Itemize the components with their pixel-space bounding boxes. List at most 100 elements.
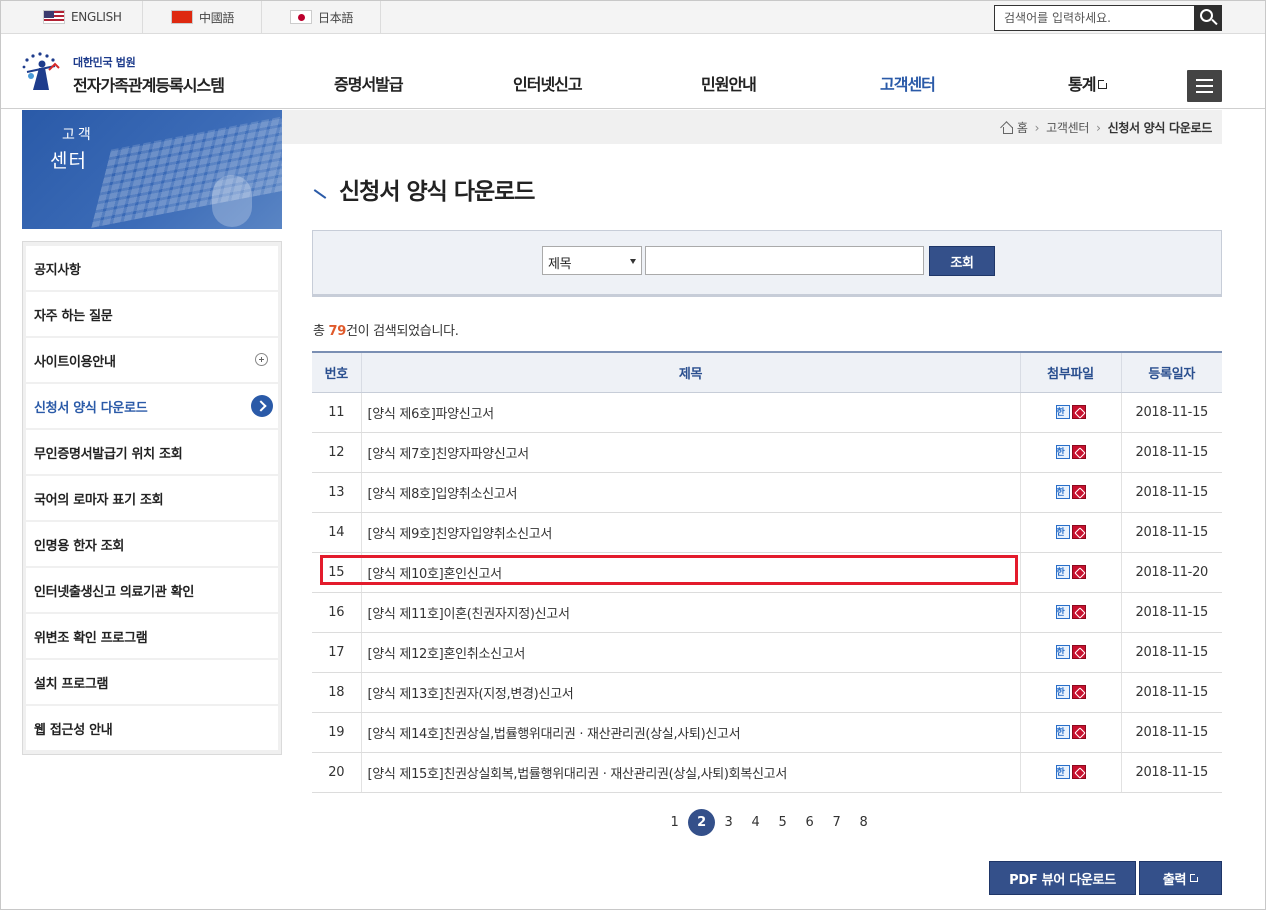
pdf-file-icon[interactable] [1071, 645, 1086, 659]
hwp-file-icon[interactable] [1055, 445, 1070, 459]
logo-subtitle: 대한민국 법원 [73, 56, 136, 69]
hamburger-menu-button[interactable] [1187, 70, 1222, 102]
row-title-link[interactable]: [양식 제6호]파양신고서 [360, 392, 1020, 433]
hwp-file-icon[interactable] [1055, 685, 1070, 699]
search-button[interactable]: 조회 [929, 246, 995, 276]
hwp-file-icon[interactable] [1055, 485, 1070, 499]
nav-statistics[interactable]: 통계 [1068, 71, 1110, 95]
chevron-right-icon [251, 395, 273, 417]
pdf-viewer-download-button[interactable]: PDF 뷰어 다운로드 [989, 861, 1136, 895]
nav-certificate[interactable]: 증명서발급 [334, 71, 404, 95]
search-keyword-input[interactable] [645, 246, 924, 275]
row-no: 19 [312, 712, 361, 753]
row-date: 2018-11-15 [1120, 392, 1222, 433]
hwp-file-icon[interactable] [1055, 525, 1070, 539]
row-title-link[interactable]: [양식 제15호]친권상실회복,법률행위대리권 · 재산관리권(상실,사퇴)회복… [360, 752, 1020, 793]
page-3[interactable]: 3 [715, 815, 742, 830]
row-date: 2018-11-15 [1120, 432, 1222, 473]
row-attachments [1019, 472, 1121, 513]
row-title-link[interactable]: [양식 제13호]친권자(지정,변경)신고서 [360, 672, 1020, 713]
sidebar-item-faq[interactable]: 자주 하는 질문 [26, 292, 278, 336]
row-attachments [1019, 512, 1121, 553]
pdf-file-icon[interactable] [1071, 685, 1086, 699]
page-5[interactable]: 5 [769, 815, 796, 830]
hwp-file-icon[interactable] [1055, 725, 1070, 739]
breadcrumb-level1[interactable]: 고객센터 [1046, 119, 1089, 136]
page-4[interactable]: 4 [742, 815, 769, 830]
sidebar-item-forgery-check[interactable]: 위변조 확인 프로그램 [26, 614, 278, 658]
hwp-file-icon[interactable] [1055, 565, 1070, 579]
search-field-value: 제목 [548, 257, 572, 272]
sidebar-item-install[interactable]: 설치 프로그램 [26, 660, 278, 704]
row-title-link[interactable]: [양식 제9호]친양자입양취소신고서 [360, 512, 1020, 553]
pdf-file-icon[interactable] [1071, 725, 1086, 739]
col-header-title: 제목 [360, 352, 1020, 393]
nav-internet-report[interactable]: 인터넷신고 [513, 71, 583, 95]
sidebar-item-name-hanja[interactable]: 인명용 한자 조회 [26, 522, 278, 566]
row-attachments [1019, 752, 1121, 793]
table-row: 15[양식 제10호]혼인신고서 2018-11-20 [312, 552, 1222, 593]
nav-customer-center[interactable]: 고객센터 [880, 71, 936, 95]
expand-plus-icon[interactable] [255, 353, 268, 366]
pdf-file-icon[interactable] [1071, 765, 1086, 779]
table-row: 12[양식 제7호]친양자파양신고서 2018-11-15 [312, 432, 1222, 473]
row-title-link[interactable]: [양식 제8호]입양취소신고서 [360, 472, 1020, 513]
hwp-file-icon[interactable] [1055, 765, 1070, 779]
logo-title: 전자가족관계등록시스템 [73, 76, 225, 95]
table-row: 18[양식 제13호]친권자(지정,변경)신고서 2018-11-15 [312, 672, 1222, 713]
print-button[interactable]: 출력 [1139, 861, 1222, 895]
lang-english[interactable]: ENGLISH [1, 1, 143, 33]
pdf-file-icon[interactable] [1071, 405, 1086, 419]
sidebar-item-birth-hospital[interactable]: 인터넷출생신고 의료기관 확인 [26, 568, 278, 612]
pdf-file-icon[interactable] [1071, 485, 1086, 499]
breadcrumb-home[interactable]: 홈 [1017, 119, 1028, 136]
sidebar-item-accessibility[interactable]: 웹 접근성 안내 [26, 706, 278, 750]
banner-line1: 고객 [62, 127, 94, 143]
page-2-current[interactable]: 2 [688, 809, 715, 836]
form-table: 번호 제목 첨부파일 등록일자 11[양식 제6호]파양신고서 2018-11-1… [312, 351, 1222, 793]
sidebar-item-form-download[interactable]: 신청서 양식 다운로드 [26, 384, 278, 428]
row-title-link[interactable]: [양식 제12호]혼인취소신고서 [360, 632, 1020, 673]
row-attachments [1019, 552, 1121, 593]
pdf-file-icon[interactable] [1071, 605, 1086, 619]
row-title-link[interactable]: [양식 제7호]친양자파양신고서 [360, 432, 1020, 473]
nav-civil-guide[interactable]: 민원안내 [701, 71, 757, 95]
nav-statistics-label: 통계 [1068, 75, 1096, 94]
row-title-link[interactable]: [양식 제10호]혼인신고서 [360, 552, 1020, 593]
row-title-link[interactable]: [양식 제14호]친권상실,법률행위대리권 · 재산관리권(상실,사퇴)신고서 [360, 712, 1020, 753]
pdf-file-icon[interactable] [1071, 525, 1086, 539]
site-logo[interactable]: 대한민국 법원 전자가족관계등록시스템 [19, 50, 225, 96]
top-search-input[interactable] [995, 6, 1191, 30]
sidebar-item-label: 자주 하는 질문 [34, 308, 113, 324]
sidebar-item-label: 웹 접근성 안내 [34, 722, 113, 738]
page-title: 신청서 양식 다운로드 [313, 172, 535, 206]
sidebar-item-label: 무인증명서발급기 위치 조회 [34, 446, 183, 462]
hwp-file-icon[interactable] [1055, 605, 1070, 619]
table-row: 20 [양식 제15호]친권상실회복,법률행위대리권 · 재산관리권(상실,사퇴)… [312, 752, 1222, 793]
top-search-button[interactable] [1194, 5, 1222, 31]
pdf-file-icon[interactable] [1071, 445, 1086, 459]
page-7[interactable]: 7 [823, 815, 850, 830]
lang-chinese[interactable]: 中國語 [143, 1, 262, 33]
table-row: 19 [양식 제14호]친권상실,법률행위대리권 · 재산관리권(상실,사퇴)신고… [312, 712, 1222, 753]
row-no: 16 [312, 592, 361, 633]
row-no: 18 [312, 672, 361, 713]
search-field-select[interactable]: 제목 [542, 246, 642, 275]
page-8[interactable]: 8 [850, 815, 877, 830]
page-6[interactable]: 6 [796, 815, 823, 830]
pdf-file-icon[interactable] [1071, 565, 1086, 579]
hwp-file-icon[interactable] [1055, 645, 1070, 659]
us-flag-icon [43, 10, 65, 24]
row-title-link[interactable]: [양식 제11호]이혼(친권자지정)신고서 [360, 592, 1020, 633]
hwp-file-icon[interactable] [1055, 405, 1070, 419]
table-row: 16[양식 제11호]이혼(친권자지정)신고서 2018-11-15 [312, 592, 1222, 633]
sidebar-item-label: 위변조 확인 프로그램 [34, 630, 148, 646]
sidebar-item-notice[interactable]: 공지사항 [26, 246, 278, 290]
lang-japanese[interactable]: 日本語 [262, 1, 381, 33]
sidebar-item-kiosk-location[interactable]: 무인증명서발급기 위치 조회 [26, 430, 278, 474]
sidebar-item-romanization[interactable]: 국어의 로마자 표기 조회 [26, 476, 278, 520]
mouse-image [212, 175, 252, 227]
page-1[interactable]: 1 [661, 815, 688, 830]
sidebar-item-site-guide[interactable]: 사이트이용안내 [26, 338, 278, 382]
external-link-icon [1098, 78, 1110, 89]
